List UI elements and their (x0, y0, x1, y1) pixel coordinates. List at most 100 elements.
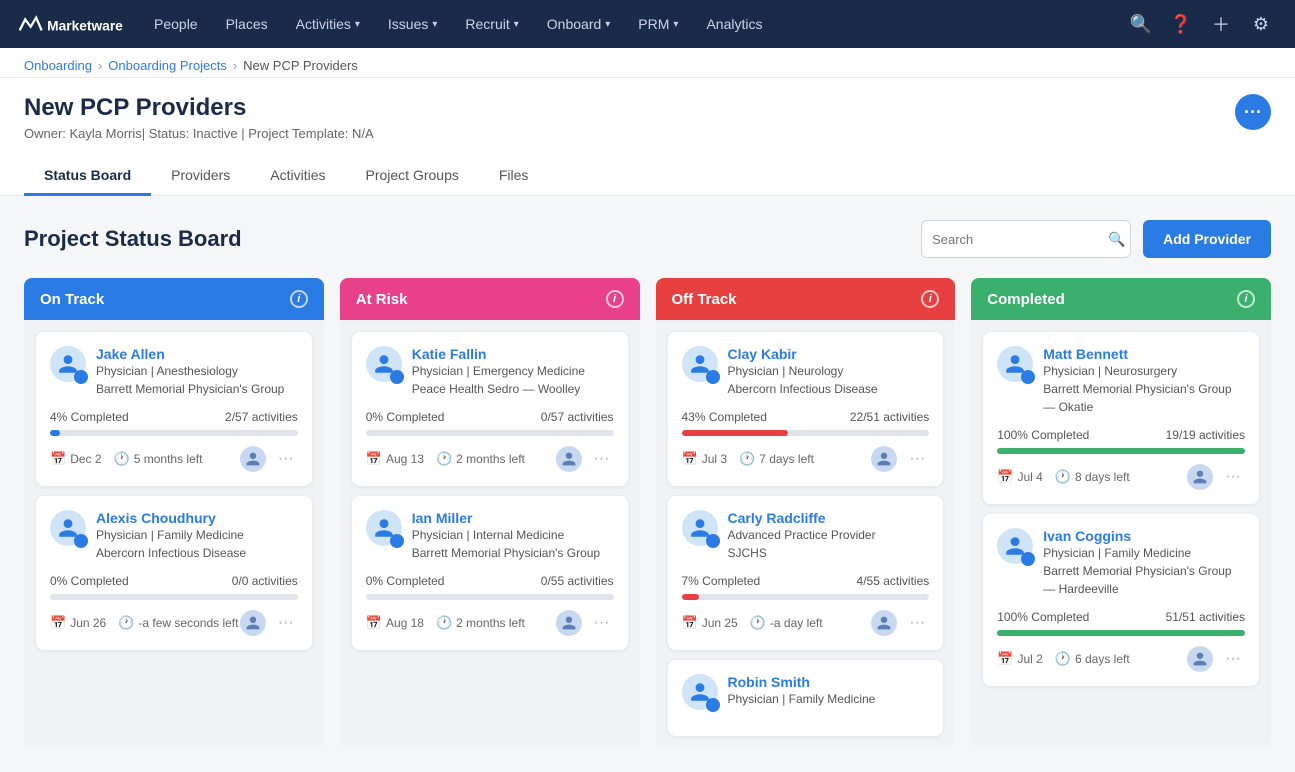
provider-name-ivan-coggins[interactable]: Ivan Coggins (1043, 528, 1245, 544)
card-katie-fallin: Katie Fallin Physician | Emergency Medic… (352, 332, 628, 486)
breadcrumb-onboarding-projects[interactable]: Onboarding Projects (108, 58, 227, 73)
activities-ivan: 51/51 activities (1166, 610, 1245, 624)
more-menu-matt[interactable]: ··· (1221, 466, 1245, 488)
search-icon[interactable]: 🔍 (1123, 0, 1159, 48)
add-provider-button[interactable]: Add Provider (1143, 220, 1271, 258)
top-navigation: Marketware People Places Activities ▾ Is… (0, 0, 1295, 48)
tab-project-groups[interactable]: Project Groups (346, 157, 479, 196)
info-icon-on-track[interactable]: i (290, 290, 308, 308)
more-options-button[interactable]: ··· (1235, 94, 1271, 130)
nav-activities[interactable]: Activities ▾ (284, 0, 372, 48)
nav-people[interactable]: People (142, 0, 210, 48)
provider-detail-carly-radcliffe: Advanced Practice ProviderSJCHS (728, 526, 930, 562)
more-menu-carly[interactable]: ··· (905, 612, 929, 634)
nav-onboard[interactable]: Onboard ▾ (535, 0, 623, 48)
activities-ian: 0/55 activities (541, 574, 614, 588)
more-menu-ivan[interactable]: ··· (1221, 648, 1245, 670)
add-icon[interactable]: ＋ (1203, 0, 1239, 48)
calendar-icon: 📅 (50, 451, 66, 467)
user-avatar-clay (871, 446, 897, 472)
svg-text:Marketware: Marketware (47, 18, 123, 33)
date-jake-allen: Dec 2 (70, 452, 101, 466)
pct-label-ivan: 100% Completed (997, 610, 1089, 624)
provider-name-jake-allen[interactable]: Jake Allen (96, 346, 298, 362)
pct-label-carly: 7% Completed (682, 574, 761, 588)
time-carly: -a day left (770, 616, 823, 630)
pct-label-ian: 0% Completed (366, 574, 445, 588)
info-icon-at-risk[interactable]: i (606, 290, 624, 308)
info-icon-off-track[interactable]: i (921, 290, 939, 308)
nav-issues[interactable]: Issues ▾ (376, 0, 450, 48)
progress-bg-jake-allen (50, 430, 298, 436)
time-alexis: -a few seconds left (138, 616, 238, 630)
provider-detail-ian-miller: Physician | Internal MedicineBarrett Mem… (412, 526, 614, 562)
avatar-jake-allen (50, 346, 86, 382)
date-katie: Aug 13 (386, 452, 424, 466)
pct-label-katie: 0% Completed (366, 410, 445, 424)
provider-name-katie-fallin[interactable]: Katie Fallin (412, 346, 614, 362)
activities-alexis: 0/0 activities (232, 574, 298, 588)
time-clay: 7 days left (759, 452, 814, 466)
time-katie: 2 months left (456, 452, 525, 466)
provider-name-robin-smith[interactable]: Robin Smith (728, 674, 930, 690)
clock-icon: 🕐 (118, 615, 134, 631)
tab-providers[interactable]: Providers (151, 157, 250, 196)
provider-name-matt-bennett[interactable]: Matt Bennett (1043, 346, 1245, 362)
tab-status-board[interactable]: Status Board (24, 157, 151, 196)
nav-recruit[interactable]: Recruit ▾ (453, 0, 530, 48)
card-clay-kabir: Clay Kabir Physician | NeurologyAbercorn… (668, 332, 944, 486)
breadcrumb: Onboarding › Onboarding Projects › New P… (0, 48, 1295, 78)
user-avatar-carly (871, 610, 897, 636)
clock-icon: 🕐 (436, 615, 452, 631)
help-icon[interactable]: ❓ (1163, 0, 1199, 48)
provider-name-clay-kabir[interactable]: Clay Kabir (728, 346, 930, 362)
avatar-matt-bennett (997, 346, 1033, 382)
info-icon-completed[interactable]: i (1237, 290, 1255, 308)
date-ivan: Jul 2 (1017, 652, 1042, 666)
settings-icon[interactable]: ⚙ (1243, 0, 1279, 48)
pct-label-alexis: 0% Completed (50, 574, 129, 588)
search-input[interactable] (932, 232, 1108, 247)
card-ivan-coggins: Ivan Coggins Physician | Family Medicine… (983, 514, 1259, 686)
calendar-icon: 📅 (50, 615, 66, 631)
page-header: New PCP Providers Owner: Kayla Morris| S… (0, 78, 1295, 196)
user-avatar-ivan (1187, 646, 1213, 672)
col-header-on-track: On Track i (24, 278, 324, 320)
clock-icon: 🕐 (750, 615, 766, 631)
provider-detail-ivan-coggins: Physician | Family MedicineBarrett Memor… (1043, 544, 1245, 598)
col-title-completed: Completed (987, 291, 1065, 308)
time-ian: 2 months left (456, 616, 525, 630)
more-menu-clay[interactable]: ··· (905, 448, 929, 470)
card-robin-smith: Robin Smith Physician | Family Medicine (668, 660, 944, 736)
date-alexis: Jun 26 (70, 616, 106, 630)
provider-name-carly-radcliffe[interactable]: Carly Radcliffe (728, 510, 930, 526)
progress-fill-jake-allen (50, 430, 60, 436)
card-ian-miller: Ian Miller Physician | Internal Medicine… (352, 496, 628, 650)
board-controls: 🔍 Add Provider (921, 220, 1271, 258)
avatar-ian-miller (366, 510, 402, 546)
provider-name-ian-miller[interactable]: Ian Miller (412, 510, 614, 526)
more-menu-ian[interactable]: ··· (590, 612, 614, 634)
nav-prm[interactable]: PRM ▾ (626, 0, 690, 48)
search-box[interactable]: 🔍 (921, 220, 1131, 258)
user-avatar-matt (1187, 464, 1213, 490)
avatar-clay-kabir (682, 346, 718, 382)
pct-label-clay: 43% Completed (682, 410, 767, 424)
column-completed: Completed i Matt Bennett Physician | Neu… (971, 278, 1271, 748)
tabs: Status Board Providers Activities Projec… (24, 157, 1271, 195)
clock-icon: 🕐 (114, 451, 130, 467)
more-menu-jake-allen[interactable]: ··· (274, 448, 298, 470)
provider-name-alexis-choudhury[interactable]: Alexis Choudhury (96, 510, 298, 526)
logo[interactable]: Marketware (16, 10, 126, 38)
tab-activities[interactable]: Activities (250, 157, 345, 196)
breadcrumb-onboarding[interactable]: Onboarding (24, 58, 92, 73)
tab-files[interactable]: Files (479, 157, 549, 196)
more-menu-katie[interactable]: ··· (590, 448, 614, 470)
avatar-alexis-choudhury (50, 510, 86, 546)
nav-places[interactable]: Places (214, 0, 280, 48)
time-matt: 8 days left (1075, 470, 1130, 484)
nav-analytics[interactable]: Analytics (694, 0, 774, 48)
date-carly: Jun 25 (702, 616, 738, 630)
more-menu-alexis[interactable]: ··· (274, 612, 298, 634)
search-icon: 🔍 (1108, 231, 1125, 248)
